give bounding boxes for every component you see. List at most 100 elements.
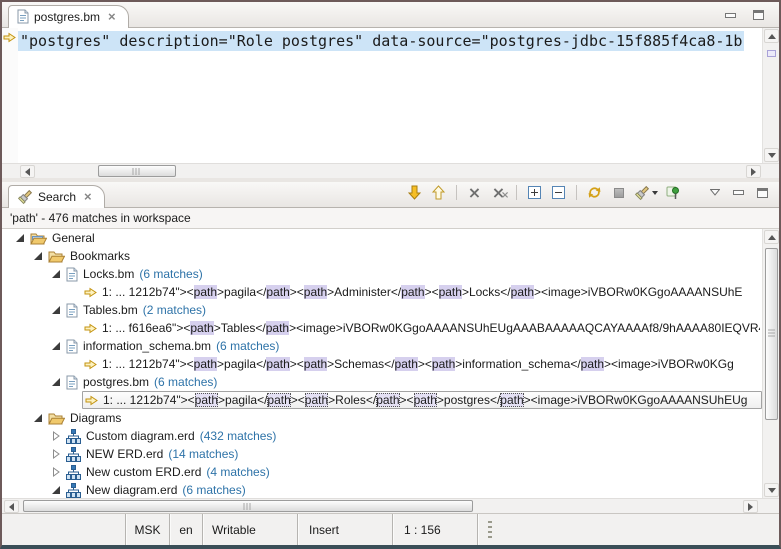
- expand-all-icon[interactable]: [526, 184, 543, 201]
- tree-item-label: New custom ERD.erd: [86, 465, 201, 479]
- search-results-tree: General Bookmarks Locks.bm (6 matches) 1: ..…: [2, 229, 762, 498]
- search-match-row[interactable]: 1: ... f616ea6"><path>Tables</path><imag…: [2, 319, 762, 337]
- selected-text: "postgres" description="Role postgres" d…: [18, 31, 744, 51]
- scroll-down-icon[interactable]: [764, 148, 779, 162]
- minimize-icon[interactable]: [730, 184, 747, 201]
- tab-postgres-bm[interactable]: postgres.bm ×: [8, 5, 129, 28]
- search-match-row[interactable]: 1: ... 1212b74"><path>pagila</path><path…: [2, 283, 762, 301]
- search-history-icon[interactable]: [634, 184, 658, 201]
- editor-horizontal-scrollbar[interactable]: [2, 163, 779, 178]
- search-flashlight-icon: [17, 189, 33, 205]
- tab-search[interactable]: Search ×: [8, 185, 105, 208]
- tree-item-new-erd-erd[interactable]: NEW ERD.erd(14 matches): [2, 445, 762, 463]
- editor-tab-label: postgres.bm: [34, 10, 100, 24]
- tree-item-new-custom-erd-erd[interactable]: New custom ERD.erd (4 matches): [2, 463, 762, 481]
- expanded-toggle-icon[interactable]: [48, 485, 64, 495]
- tree-item-label: Bookmarks: [70, 249, 130, 263]
- next-match-icon[interactable]: [406, 184, 423, 201]
- match-count: (6 matches): [139, 267, 202, 281]
- close-icon[interactable]: ×: [84, 192, 92, 202]
- match-arrow-icon: [85, 395, 98, 406]
- open-folder-blue-icon: [30, 232, 47, 245]
- editor-text-area[interactable]: "postgres" description="Role postgres" d…: [18, 28, 779, 163]
- overview-annotation[interactable]: [767, 50, 776, 57]
- search-match-row[interactable]: 1: ... 1212b74"><path>pagila</path><path…: [2, 391, 762, 409]
- scrollbar-thumb[interactable]: [765, 248, 778, 420]
- expanded-toggle-icon[interactable]: [30, 413, 46, 423]
- tree-item-locks-bm[interactable]: Locks.bm (6 matches): [2, 265, 762, 283]
- scrollbar-thumb[interactable]: [98, 165, 176, 177]
- expanded-toggle-icon[interactable]: [12, 233, 28, 243]
- match-count: (4 matches): [206, 465, 269, 479]
- bm-file-icon: [66, 267, 78, 282]
- scroll-up-icon[interactable]: [764, 230, 779, 244]
- remove-all-matches-icon[interactable]: ××: [490, 184, 507, 201]
- open-folder-icon: [48, 250, 65, 263]
- status-blank: [2, 514, 126, 545]
- scroll-right-icon[interactable]: [746, 165, 761, 178]
- editor-pane: postgres.bm × "postgres" description="Ro…: [2, 2, 779, 178]
- scroll-down-icon[interactable]: [764, 483, 779, 497]
- open-folder-icon: [48, 412, 65, 425]
- scroll-left-icon[interactable]: [20, 165, 35, 178]
- editor-vertical-scrollbar[interactable]: [762, 28, 779, 163]
- match-preview: 1: ... 1212b74"><path>pagila</path><path…: [102, 285, 742, 299]
- tree-item-label: Locks.bm: [83, 267, 134, 281]
- close-icon[interactable]: ×: [108, 12, 116, 22]
- status-cursor-position: 1 : 156: [393, 514, 478, 545]
- minimize-icon[interactable]: [725, 13, 736, 18]
- search-summary: 'path' - 476 matches in workspace: [2, 208, 779, 229]
- tree-item-custom-diagram-erd[interactable]: Custom diagram.erd(432 matches): [2, 427, 762, 445]
- match-arrow-icon: [84, 323, 97, 334]
- run-search-again-icon[interactable]: [586, 184, 603, 201]
- remove-selected-matches-icon[interactable]: ×: [466, 184, 483, 201]
- expanded-toggle-icon[interactable]: [48, 305, 64, 315]
- erd-file-icon: [66, 465, 81, 480]
- tree-item-information-schema-bm[interactable]: information_schema.bm(6 matches): [2, 337, 762, 355]
- tree-item-new-diagram-erd[interactable]: New diagram.erd(6 matches): [2, 481, 762, 498]
- search-view: Search × ××× 'path' - 476 matches in wor…: [2, 182, 779, 513]
- bm-file-icon: [17, 9, 29, 24]
- expanded-toggle-icon[interactable]: [30, 251, 46, 261]
- scrollbar-thumb[interactable]: [23, 500, 473, 512]
- tree-item-bookmarks[interactable]: Bookmarks: [2, 247, 762, 265]
- collapsed-toggle-icon[interactable]: [48, 467, 64, 477]
- match-count: (432 matches): [200, 429, 277, 443]
- match-arrow-icon: [84, 359, 97, 370]
- expanded-toggle-icon[interactable]: [48, 341, 64, 351]
- expanded-toggle-icon[interactable]: [48, 269, 64, 279]
- search-toolbar: ×××: [406, 184, 779, 207]
- previous-match-icon[interactable]: [430, 184, 447, 201]
- view-menu-icon[interactable]: [706, 184, 723, 201]
- scroll-right-icon[interactable]: [743, 500, 758, 513]
- results-vertical-scrollbar[interactable]: [762, 229, 779, 498]
- status-bar: MSK en Writable Insert 1 : 156: [2, 513, 779, 545]
- maximize-icon[interactable]: [753, 10, 764, 20]
- maximize-icon[interactable]: [754, 184, 771, 201]
- collapsed-toggle-icon[interactable]: [48, 449, 64, 459]
- expanded-toggle-icon[interactable]: [48, 377, 64, 387]
- match-count: (6 matches): [182, 483, 245, 497]
- toolbar-separator: [516, 185, 517, 200]
- pin-search-view-icon[interactable]: [665, 184, 682, 201]
- search-match-row[interactable]: 1: ... 1212b74"><path>pagila</path><path…: [2, 355, 762, 373]
- status-grip: [488, 521, 492, 538]
- tree-item-diagrams[interactable]: Diagrams: [2, 409, 762, 427]
- match-preview: 1: ... 1212b74"><path>pagila</path><path…: [102, 357, 734, 371]
- editor-body[interactable]: "postgres" description="Role postgres" d…: [2, 28, 779, 163]
- scroll-left-icon[interactable]: [4, 500, 19, 513]
- tree-item-tables-bm[interactable]: Tables.bm(2 matches): [2, 301, 762, 319]
- application-window: postgres.bm × "postgres" description="Ro…: [0, 0, 781, 549]
- match-count: (2 matches): [143, 303, 206, 317]
- results-horizontal-scrollbar[interactable]: [2, 498, 779, 513]
- cancel-search-icon[interactable]: [610, 184, 627, 201]
- match-preview: 1: ... f616ea6"><path>Tables</path><imag…: [102, 321, 760, 335]
- collapsed-toggle-icon[interactable]: [48, 431, 64, 441]
- scroll-up-icon[interactable]: [764, 29, 779, 43]
- bm-file-icon: [66, 339, 78, 354]
- search-results-zone: General Bookmarks Locks.bm (6 matches) 1: ..…: [2, 229, 779, 498]
- collapse-all-icon[interactable]: [550, 184, 567, 201]
- tree-item-general[interactable]: General: [2, 229, 762, 247]
- tree-item-postgres-bm[interactable]: postgres.bm(6 matches): [2, 373, 762, 391]
- status-keyboard-layout: MSK: [126, 514, 170, 545]
